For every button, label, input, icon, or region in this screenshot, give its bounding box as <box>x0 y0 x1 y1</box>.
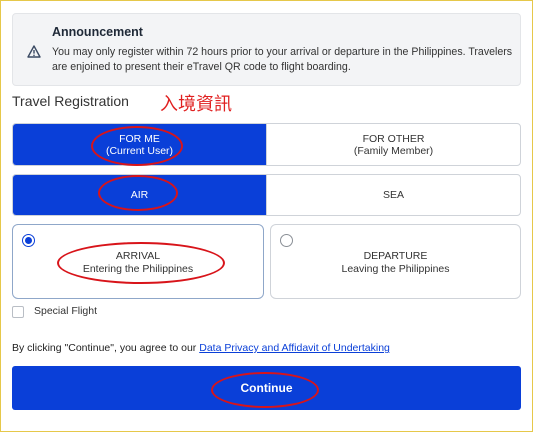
consent-prefix: By clicking "Continue", you agree to our <box>12 342 200 354</box>
for-other-label: FOR OTHER <box>362 132 425 145</box>
announcement-title: Announcement <box>52 25 143 39</box>
continue-button[interactable]: Continue <box>12 366 521 410</box>
special-flight-label: Special Flight <box>34 305 98 317</box>
traveler-type-toggle: FOR ME (Current User) FOR OTHER (Family … <box>12 123 521 166</box>
arrival-subtitle: Entering the Philippines <box>82 262 194 275</box>
for-other-sublabel: (Family Member) <box>353 144 434 157</box>
sea-option[interactable]: SEA <box>266 175 520 215</box>
departure-title: DEPARTURE <box>363 250 428 262</box>
annotation-label: 入境資訊 <box>160 94 232 115</box>
arrival-text: ARRIVAL Entering the Philippines <box>13 250 263 275</box>
air-option[interactable]: AIR <box>13 175 266 215</box>
for-me-sublabel: (Current User) <box>105 144 174 157</box>
departure-radio[interactable] <box>280 234 293 247</box>
continue-label: Continue <box>240 381 293 395</box>
sea-label: SEA <box>382 189 404 201</box>
departure-text: DEPARTURE Leaving the Philippines <box>271 250 520 275</box>
travel-mode-toggle: AIR SEA <box>12 174 521 216</box>
privacy-link[interactable]: Data Privacy and Affidavit of Undertakin… <box>199 342 390 354</box>
for-other-option[interactable]: FOR OTHER (Family Member) <box>266 124 520 165</box>
announcement-panel: Announcement You may only register withi… <box>12 13 521 86</box>
for-me-option[interactable]: FOR ME (Current User) <box>13 124 266 165</box>
arrival-card[interactable]: ARRIVAL Entering the Philippines <box>12 224 264 299</box>
departure-card[interactable]: DEPARTURE Leaving the Philippines <box>270 224 521 299</box>
consent-text: By clicking "Continue", you agree to our… <box>12 342 390 354</box>
air-label: AIR <box>130 189 149 201</box>
warning-triangle-icon <box>27 45 41 58</box>
special-flight-checkbox[interactable] <box>12 306 24 318</box>
section-title: Travel Registration <box>12 93 129 109</box>
departure-subtitle: Leaving the Philippines <box>341 262 450 275</box>
arrival-title: ARRIVAL <box>115 250 161 262</box>
for-me-label: FOR ME <box>119 132 160 145</box>
arrival-radio[interactable] <box>22 234 35 247</box>
announcement-text: You may only register within 72 hours pr… <box>52 46 513 73</box>
